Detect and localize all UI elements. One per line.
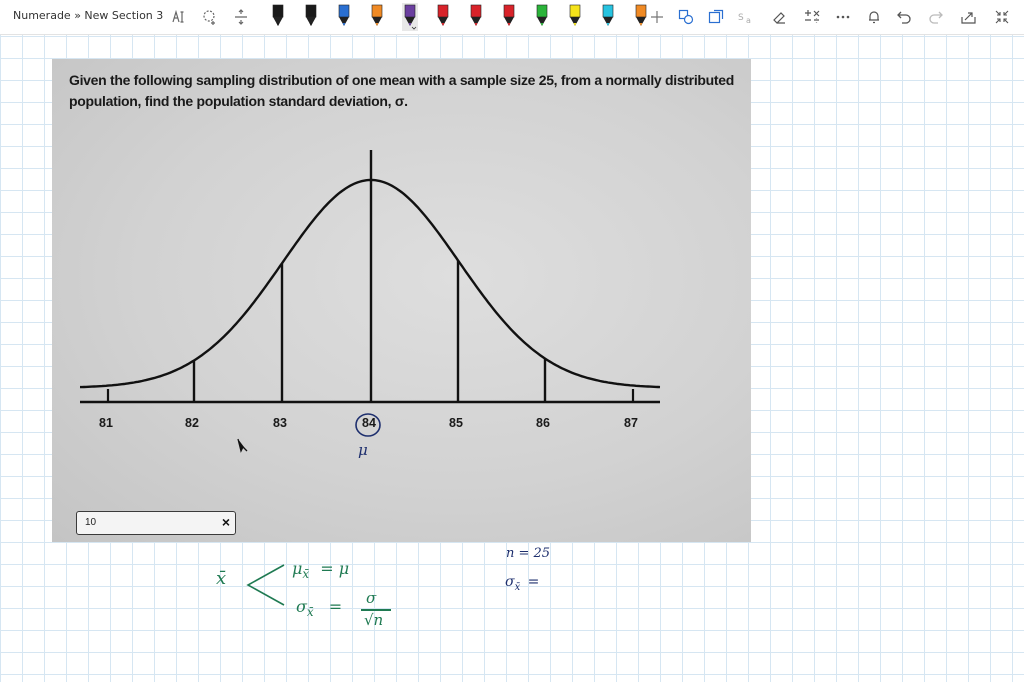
eraser-icon[interactable] (769, 0, 789, 34)
svg-text:a: a (746, 16, 751, 25)
mu-subscript: x̄ (302, 567, 310, 582)
breadcrumb[interactable]: Numerade » New Section 3 (13, 9, 163, 22)
mu-symbol: μ (292, 559, 303, 578)
text-select-icon[interactable] (168, 0, 190, 34)
pen-red-icon[interactable] (433, 0, 453, 34)
undo-icon[interactable] (894, 0, 914, 34)
sigma-xbar-note: σx̄ = (505, 574, 539, 593)
branch-bracket (246, 564, 285, 606)
sigma-xbar-equals: = (527, 574, 540, 590)
mu-equals: = μ (320, 559, 350, 578)
sigma-xbar-subscript: x̄ (514, 581, 521, 593)
ink-to-shape-icon[interactable] (706, 0, 726, 34)
answer-value: 10 (85, 517, 97, 528)
tick-label-85: 85 (449, 416, 463, 430)
answer-input[interactable]: 10 × (76, 511, 236, 535)
bell-curve-chart (80, 150, 661, 453)
pen-black-2-icon[interactable] (301, 0, 321, 34)
sigma-equals: = (328, 597, 343, 616)
more-icon[interactable] (833, 0, 853, 34)
sigma-xbar-symbol: σ (505, 574, 515, 590)
tick-label-82: 82 (185, 416, 199, 430)
sigma-symbol: σ (296, 597, 307, 616)
fullscreen-icon[interactable] (992, 0, 1012, 34)
pen-yellow-icon[interactable] (565, 0, 585, 34)
sigma-xbar-line: σx̄ = (296, 597, 342, 619)
redo-icon[interactable] (926, 0, 946, 34)
insert-space-icon[interactable] (230, 0, 252, 34)
question-image: Given the following sampling distributio… (52, 59, 751, 542)
mu-annotation: μ (358, 441, 368, 459)
share-icon[interactable] (958, 0, 980, 34)
fraction-denominator: √n (364, 611, 384, 629)
tick-label-86: 86 (536, 416, 550, 430)
pen-cyan-icon[interactable] (598, 0, 618, 34)
fraction-numerator: σ (366, 589, 377, 607)
ink-to-text-icon[interactable]: Sa (737, 0, 757, 34)
tick-label-84: 84 (362, 416, 376, 430)
lasso-icon[interactable] (199, 0, 221, 34)
tick-label-81: 81 (99, 416, 113, 430)
cursor-arrow-icon (237, 438, 248, 453)
toolbar: Numerade » New Section 3 Sa (0, 0, 1024, 35)
n-equals-note: n = 25 (506, 546, 551, 561)
pen-black-icon[interactable] (268, 0, 288, 34)
tick-label-87: 87 (624, 416, 638, 430)
pen-purple-icon[interactable] (400, 0, 420, 34)
xbar-note: x̄ (216, 568, 227, 589)
mu-xbar-line: μx̄ = μ (292, 559, 349, 581)
pen-blue-icon[interactable] (334, 0, 354, 34)
pen-red-3-icon[interactable] (499, 0, 519, 34)
svg-text:S: S (738, 13, 744, 23)
replay-icon[interactable] (864, 0, 884, 34)
pen-red-2-icon[interactable] (466, 0, 486, 34)
tick-lines (192, 260, 547, 402)
shapes-icon[interactable] (676, 0, 696, 34)
sigma-subscript: x̄ (306, 605, 314, 620)
clear-answer-button[interactable]: × (222, 514, 230, 530)
pen-orange-icon[interactable] (367, 0, 387, 34)
pen-green-icon[interactable] (532, 0, 552, 34)
add-pen-icon[interactable] (648, 0, 666, 34)
math-icon[interactable] (801, 0, 823, 34)
tick-label-83: 83 (273, 416, 287, 430)
